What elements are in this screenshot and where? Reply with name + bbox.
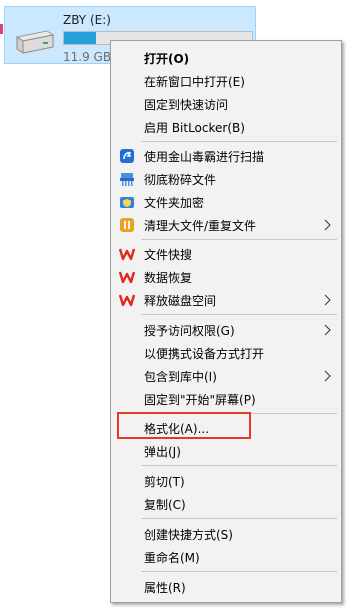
menu-item-data-recovery[interactable]: 数据恢复 (113, 266, 339, 288)
cleanup-icon (119, 217, 135, 233)
menu-item-pin-quick-access[interactable]: 固定到快速访问 (113, 93, 339, 115)
menu-separator (141, 571, 337, 572)
wps-icon (119, 292, 135, 308)
menu-item-label: 彻底粉碎文件 (144, 173, 217, 187)
menu-separator (141, 465, 337, 466)
menu-item-bitlocker[interactable]: 启用 BitLocker(B) (113, 116, 339, 138)
menu-item-include-in-library[interactable]: 包含到库中(I) (113, 365, 339, 387)
menu-item-open[interactable]: 打开(O) (113, 47, 339, 69)
menu-item-open-new-window[interactable]: 在新窗口中打开(E) (113, 70, 339, 92)
menu-item-label: 弹出(J) (144, 445, 181, 459)
menu-item-label: 属性(R) (144, 581, 186, 595)
menu-item-label: 启用 BitLocker(B) (144, 121, 245, 135)
menu-item-eject[interactable]: 弹出(J) (113, 440, 339, 462)
menu-item-label: 创建快捷方式(S) (144, 528, 233, 542)
menu-item-label: 清理大文件/重复文件 (144, 219, 257, 233)
menu-item-label: 复制(C) (144, 498, 186, 512)
folder-lock-icon (119, 194, 135, 210)
format-highlight-box (117, 412, 251, 439)
drive-name: ZBY (E:) (63, 13, 111, 27)
context-menu: 打开(O) 在新窗口中打开(E) 固定到快速访问 启用 BitLocker(B)… (110, 40, 342, 603)
menu-item-label: 文件快搜 (144, 248, 193, 262)
menu-item-rename[interactable]: 重命名(M) (113, 546, 339, 568)
menu-separator (141, 518, 337, 519)
menu-item-cut[interactable]: 剪切(T) (113, 470, 339, 492)
menu-item-clean-large-files[interactable]: 清理大文件/重复文件 (113, 214, 339, 236)
menu-item-label: 释放磁盘空间 (144, 294, 217, 308)
wps-icon (119, 269, 135, 285)
jinshan-scan-icon (119, 148, 135, 164)
menu-item-label: 数据恢复 (144, 271, 193, 285)
menu-item-grant-access[interactable]: 授予访问权限(G) (113, 319, 339, 341)
drive-size-text: 11.9 GB (63, 50, 112, 64)
menu-item-label: 打开(O) (144, 52, 190, 66)
menu-item-create-shortcut[interactable]: 创建快捷方式(S) (113, 523, 339, 545)
hard-drive-icon (15, 30, 55, 54)
wps-icon (119, 246, 135, 262)
chevron-right-icon (324, 324, 331, 336)
menu-item-label: 授予访问权限(G) (144, 324, 235, 338)
menu-item-properties[interactable]: 属性(R) (113, 576, 339, 598)
menu-item-label: 固定到"开始"屏幕(P) (144, 393, 256, 407)
chevron-right-icon (324, 370, 331, 382)
menu-separator (141, 141, 337, 142)
chevron-right-icon (324, 219, 331, 231)
menu-item-open-as-portable[interactable]: 以便携式设备方式打开 (113, 342, 339, 364)
menu-item-label: 文件夹加密 (144, 196, 205, 210)
menu-separator (141, 239, 337, 240)
menu-item-label: 使用金山毒霸进行扫描 (144, 150, 265, 164)
menu-item-copy[interactable]: 复制(C) (113, 493, 339, 515)
menu-item-file-search[interactable]: 文件快搜 (113, 243, 339, 265)
menu-item-jinshan-scan[interactable]: 使用金山毒霸进行扫描 (113, 145, 339, 167)
menu-item-label: 包含到库中(I) (144, 370, 217, 384)
menu-item-free-disk-space[interactable]: 释放磁盘空间 (113, 289, 339, 311)
menu-item-pin-to-start[interactable]: 固定到"开始"屏幕(P) (113, 388, 339, 410)
menu-item-label: 固定到快速访问 (144, 98, 229, 112)
pink-window-edge (0, 24, 3, 34)
chevron-right-icon (324, 294, 331, 306)
shredder-icon (119, 171, 135, 187)
menu-item-label: 重命名(M) (144, 551, 200, 565)
drive-usage-fill (64, 32, 96, 44)
menu-item-label: 以便携式设备方式打开 (144, 347, 265, 361)
menu-item-shred-file[interactable]: 彻底粉碎文件 (113, 168, 339, 190)
menu-item-label: 剪切(T) (144, 475, 185, 489)
menu-item-label: 在新窗口中打开(E) (144, 75, 245, 89)
menu-separator (141, 314, 337, 315)
menu-item-folder-encrypt[interactable]: 文件夹加密 (113, 191, 339, 213)
